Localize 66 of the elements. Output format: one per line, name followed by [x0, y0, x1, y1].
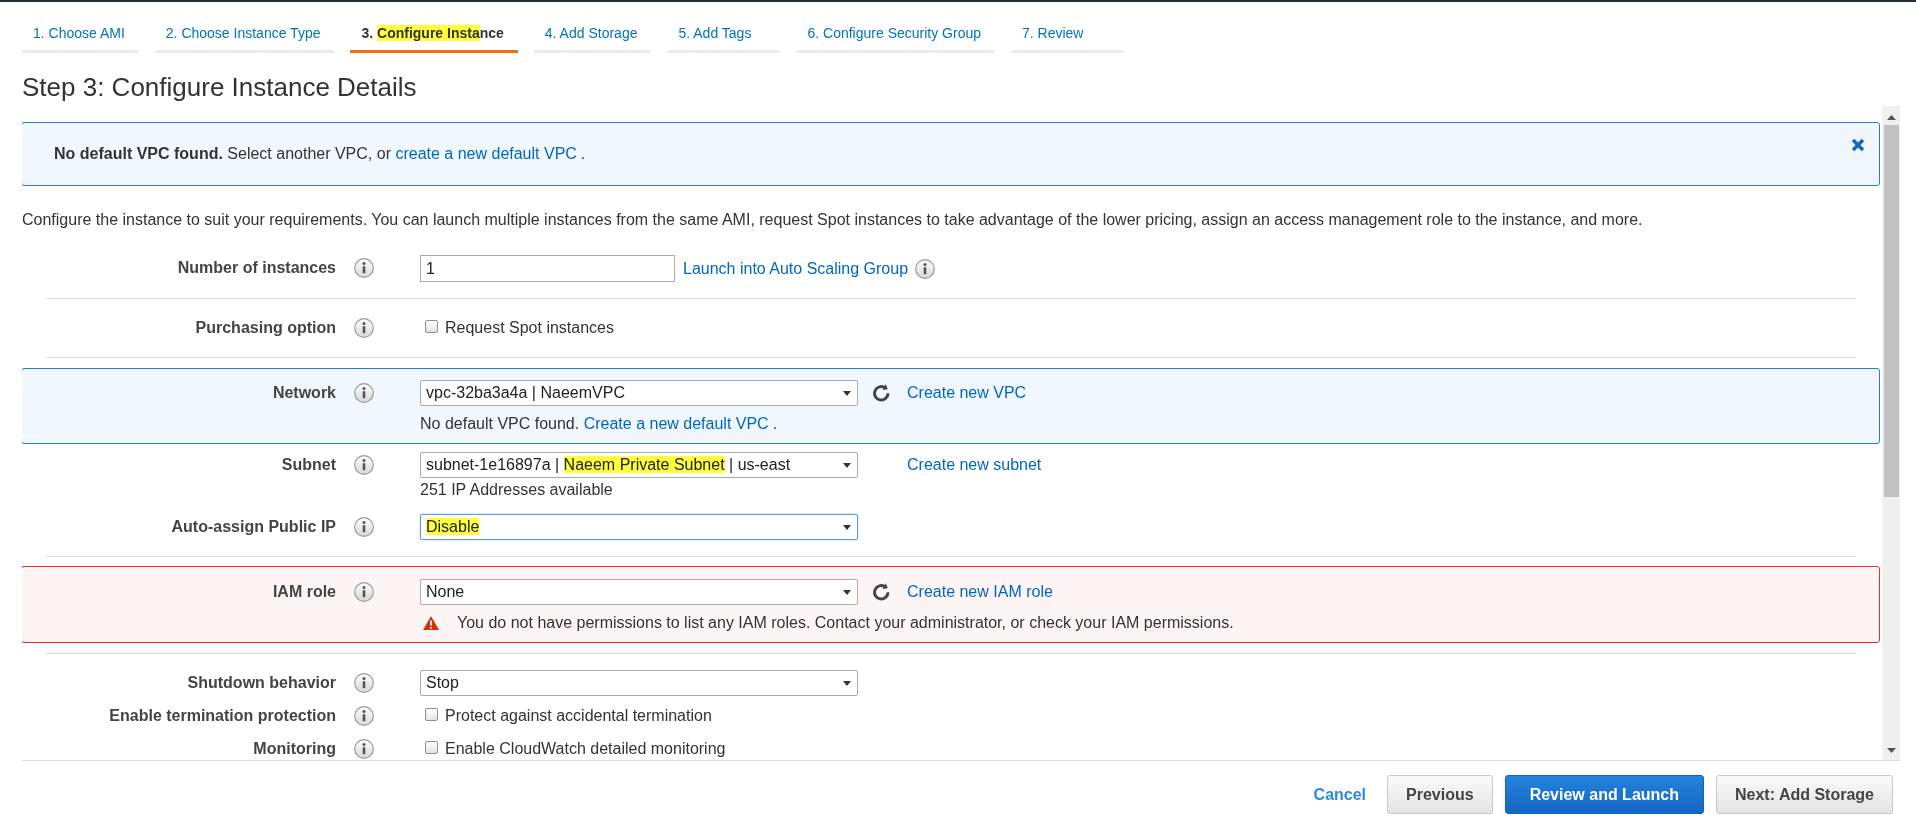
dropdown[interactable]: None	[420, 579, 858, 605]
warning-message: You do not have permissions to list any IAM roles. Contact your administrator, or check your IAM permissions.	[457, 613, 1234, 633]
footer-button[interactable]: Next: Add Storage	[1716, 775, 1893, 814]
refresh-icon[interactable]	[873, 583, 890, 601]
info-icon[interactable]	[354, 383, 374, 403]
wizard-tab[interactable]: 6. Configure Security Group	[796, 20, 995, 53]
scrollbar-track[interactable]	[1882, 106, 1900, 760]
info-icon[interactable]	[354, 455, 374, 475]
checkbox-label[interactable]: Request Spot instances	[445, 318, 614, 338]
checkbox-label[interactable]: Protect against accidental termination	[445, 706, 712, 726]
wizard-tab[interactable]: 4. Add Storage	[533, 20, 652, 53]
footer-button[interactable]: Review and Launch	[1504, 775, 1704, 814]
wizard-tab[interactable]: 1. Choose AMI	[22, 20, 139, 53]
info-icon[interactable]	[354, 258, 374, 278]
refresh-icon[interactable]	[873, 384, 890, 402]
field-label: Purchasing option	[194, 318, 336, 338]
info-icon[interactable]	[354, 739, 374, 759]
checkbox[interactable]	[425, 708, 438, 721]
wizard-tab[interactable]: 5. Add Tags	[667, 20, 781, 53]
text-input[interactable]: 1	[420, 255, 675, 282]
field-label: Subnet	[280, 455, 336, 475]
field-label: Enable termination protection	[108, 706, 336, 726]
cancel-link[interactable]: Cancel	[1309, 785, 1371, 804]
field-note: 251 IP Addresses available	[420, 480, 613, 500]
caret-icon	[843, 462, 851, 468]
page-title: Step 3: Configure Instance Details	[22, 71, 418, 103]
scrollbar-thumb[interactable]	[1883, 125, 1899, 497]
checkbox[interactable]	[425, 741, 438, 754]
alert-message: No default VPC found. Select another VPC, or create a new default VPC .	[54, 144, 586, 164]
caret-icon	[843, 524, 851, 530]
info-icon[interactable]	[915, 258, 936, 279]
description-text: Configure the instance to suit your requirements. You can launch multiple instances from the same AMI, request Spot instances to take advantage of the lower pricing, assign an access management role to the instance, and more.	[22, 210, 1644, 230]
field-label: Network	[271, 383, 336, 403]
dropdown[interactable]: subnet-1e16897a | Naeem Private Subnet | us-east	[420, 452, 858, 478]
info-icon[interactable]	[354, 706, 374, 726]
wizard-tab[interactable]: 2. Choose Instance Type	[154, 20, 335, 53]
field-label: Monitoring	[252, 739, 336, 759]
field-label: Number of instances	[176, 258, 336, 278]
action-link[interactable]: Create new IAM role	[907, 582, 1053, 602]
wizard-tab[interactable]: 7. Review	[1011, 20, 1124, 53]
dropdown[interactable]: vpc-32ba3a4a | NaeemVPC	[420, 380, 858, 406]
checkbox[interactable]	[425, 320, 438, 333]
field-label: Auto-assign Public IP	[170, 517, 336, 537]
action-link[interactable]: Create new VPC	[907, 383, 1027, 403]
alert-link[interactable]: create a new default VPC	[395, 145, 577, 162]
action-link[interactable]: Launch into Auto Scaling Group	[683, 258, 909, 279]
field-label: Shutdown behavior	[186, 673, 336, 693]
scroll-up-icon[interactable]	[1886, 115, 1896, 120]
warning-icon	[423, 616, 439, 630]
info-icon[interactable]	[354, 582, 374, 602]
checkbox-label[interactable]: Enable CloudWatch detailed monitoring	[445, 739, 726, 759]
field-label: IAM role	[271, 582, 336, 602]
caret-icon	[843, 680, 851, 686]
field-note: No default VPC found. Create a new default VPC .	[420, 414, 778, 434]
caret-icon	[843, 390, 851, 396]
note-link[interactable]: Create a new default VPC	[583, 415, 769, 432]
caret-icon	[843, 589, 851, 595]
dropdown[interactable]: Disable	[420, 514, 858, 540]
info-icon[interactable]	[354, 318, 374, 338]
action-link[interactable]: Create new subnet	[907, 455, 1042, 475]
footer-button[interactable]: Previous	[1387, 775, 1493, 814]
info-icon[interactable]	[354, 673, 374, 693]
info-icon[interactable]	[354, 517, 374, 537]
close-icon[interactable]	[1851, 138, 1865, 152]
dropdown[interactable]: Stop	[420, 670, 858, 696]
scroll-down-icon[interactable]	[1886, 748, 1896, 753]
